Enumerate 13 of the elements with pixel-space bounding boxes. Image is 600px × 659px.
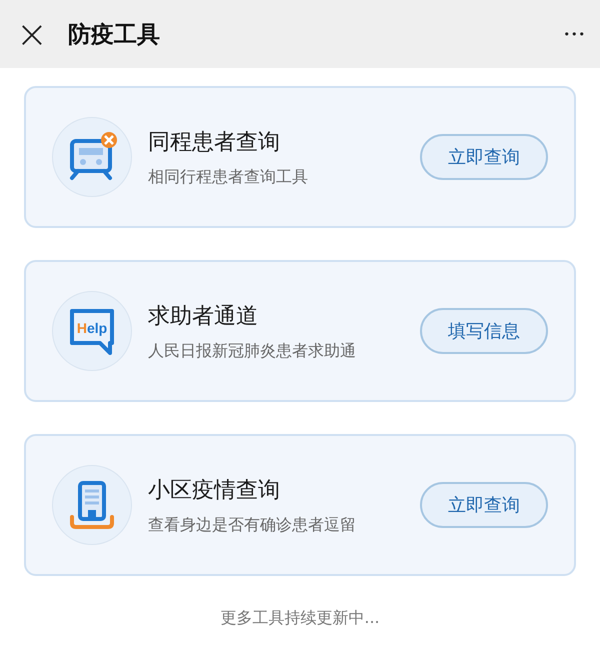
footer-text: 更多工具持续更新中...: [219, 608, 381, 629]
tool-description: 人民日报新冠肺炎患者求助通: [148, 340, 357, 362]
tool-title: 求助者通道: [148, 302, 259, 330]
action-button[interactable]: 立即查询: [420, 134, 548, 180]
action-button[interactable]: 立即查询: [420, 482, 548, 528]
close-button[interactable]: ×: [16, 15, 48, 53]
action-button[interactable]: 填写信息: [420, 308, 548, 354]
tool-title: 同程患者查询: [148, 128, 281, 156]
tool-description: 查看身边是否有确诊患者逗留: [148, 514, 357, 536]
more-button[interactable]: •••: [564, 28, 586, 40]
tool-description: 相同行程患者查询工具: [148, 166, 309, 188]
window-title: 防疫工具: [68, 20, 161, 50]
tool-title: 小区疫情查询: [148, 476, 281, 504]
